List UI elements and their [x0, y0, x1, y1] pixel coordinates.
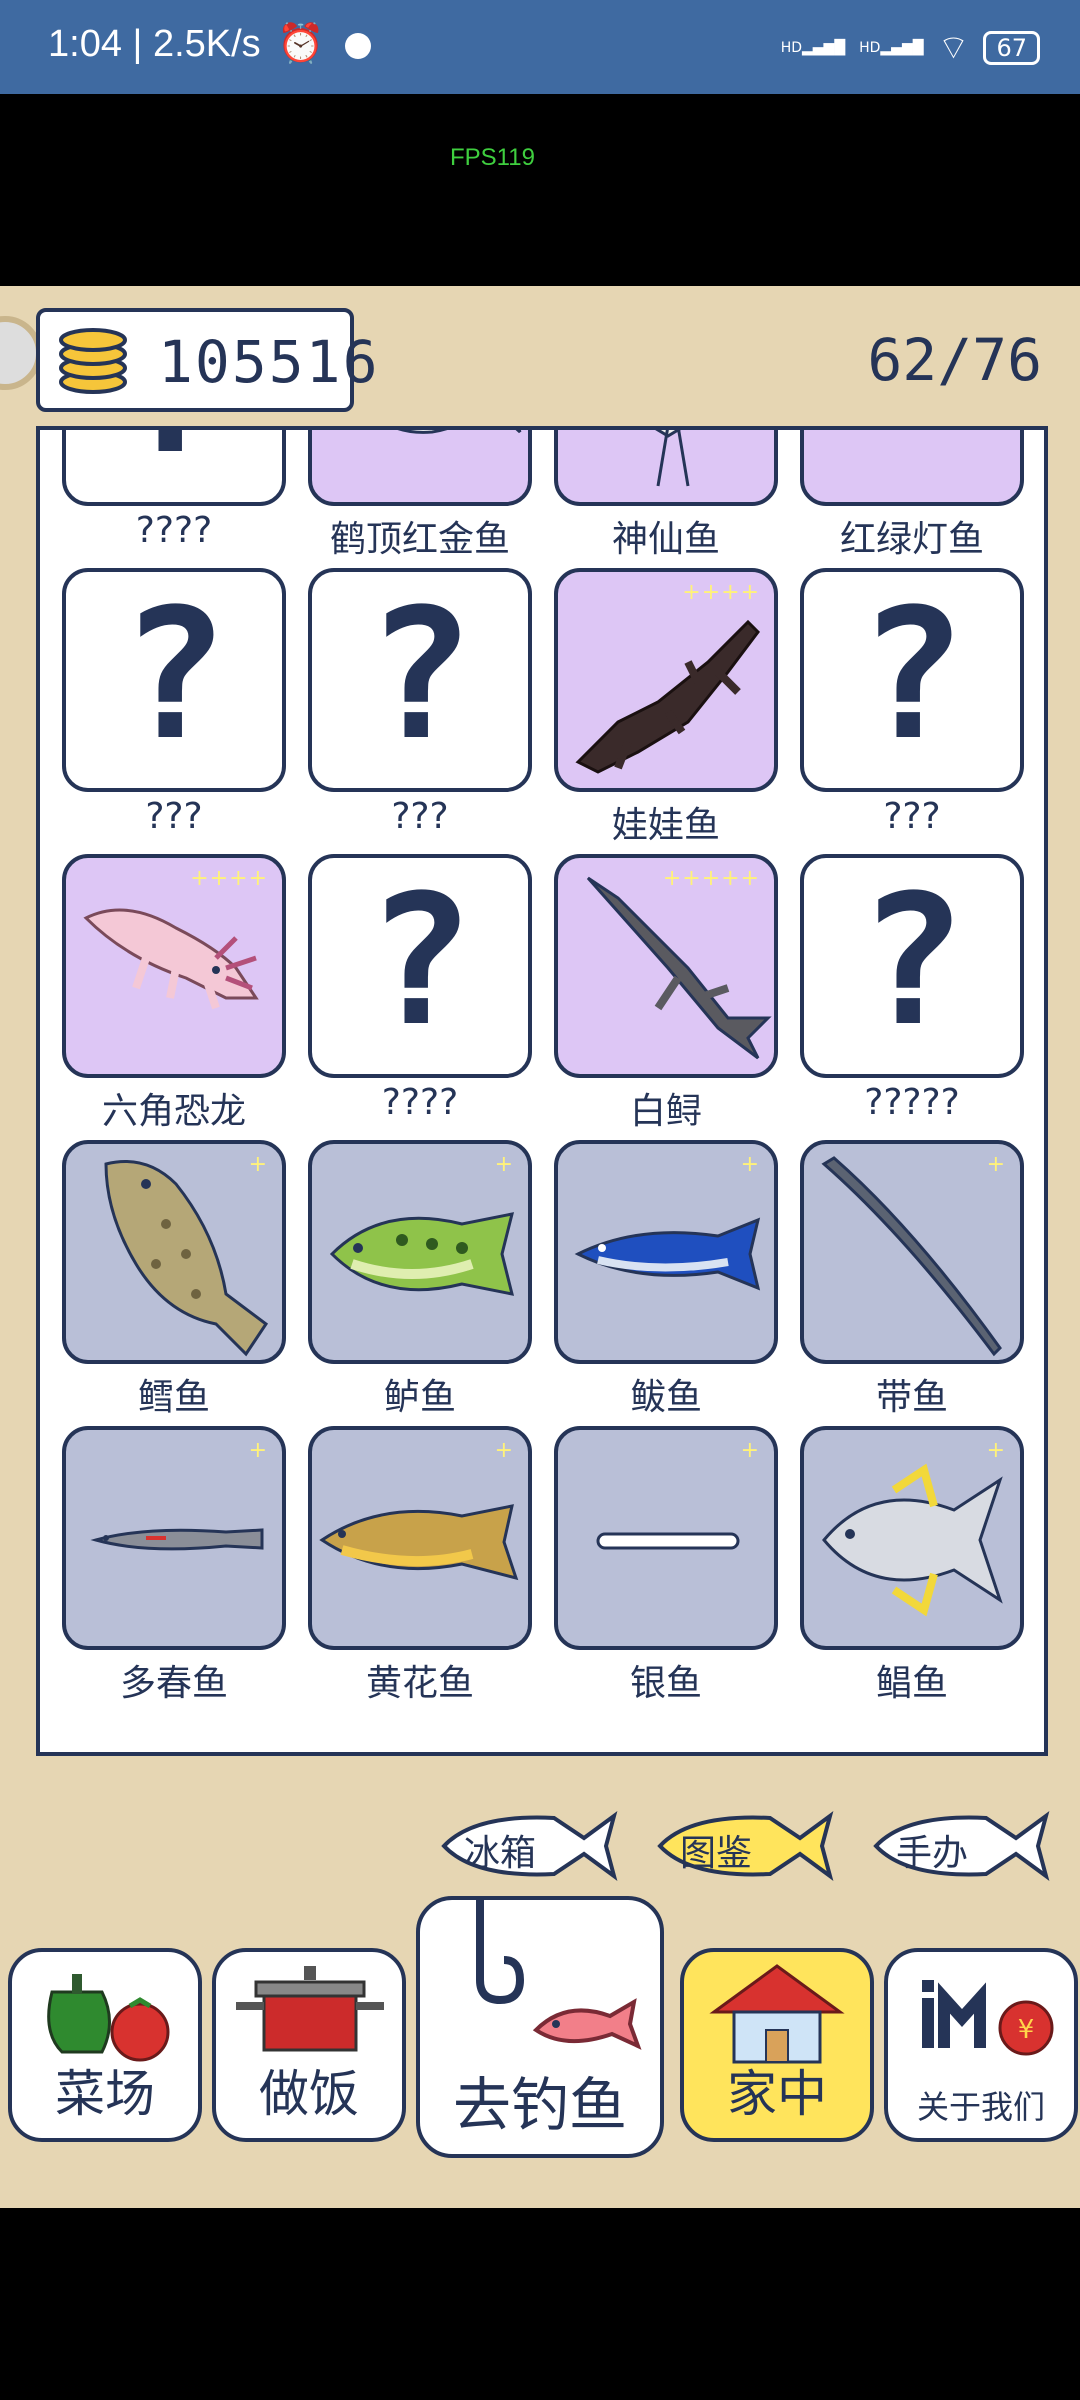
question-mark-icon: ?: [857, 857, 967, 1066]
fish-name-label: 鲅鱼: [629, 1377, 702, 1418]
goldfish-icon: [397, 430, 522, 434]
fish-collection-panel[interactable]: ?????鹤顶红金鱼神仙鱼红绿灯鱼????????++++娃娃鱼????++++…: [36, 426, 1048, 1756]
question-mark-icon: ?: [66, 430, 282, 480]
fish-card-tile[interactable]: [308, 430, 532, 506]
signal-icon-2: HD▂▄▆█: [859, 39, 924, 56]
fish-name-label: 白鲟: [629, 1091, 702, 1132]
rarity-stars: +: [248, 1438, 268, 1463]
fish-name-label: ???: [145, 796, 203, 837]
about-logo-icon: ¥: [922, 1980, 1054, 2056]
tab-fridge[interactable]: 冰箱: [434, 1808, 622, 1884]
fish-card-tile[interactable]: ?: [800, 854, 1024, 1078]
fish-name-label: 银鱼: [629, 1663, 702, 1704]
fish-card-tile[interactable]: ++++: [62, 854, 286, 1078]
question-mark-icon: ?: [365, 571, 475, 780]
fish-card-tile[interactable]: +: [800, 1426, 1024, 1650]
question-mark-icon: ?: [365, 857, 475, 1066]
tab-collection[interactable]: 图鉴: [650, 1808, 838, 1884]
coin-stack-icon: [59, 328, 127, 394]
rarity-stars: +: [494, 1152, 514, 1177]
fish-name-label: ???: [883, 796, 941, 837]
fish-card-tile[interactable]: +: [554, 1140, 778, 1364]
fish-card-tile[interactable]: ++++: [554, 568, 778, 792]
status-bar: 1:04 | 2.5K/s ⏰ HD▂▄▆█ HD▂▄▆█ ⌔ 67: [0, 0, 1080, 94]
fish-name-label: 六角恐龙: [101, 1091, 246, 1132]
fish-name-label: 鹤顶红金鱼: [329, 519, 510, 560]
fish-card-tile[interactable]: +: [800, 1140, 1024, 1364]
fish-card-tile[interactable]: ?: [308, 854, 532, 1078]
fish-name-label: 鳕鱼: [137, 1377, 210, 1418]
angelfish-icon: [655, 430, 690, 487]
status-time: 1:04 | 2.5K/s: [48, 23, 261, 65]
fps-counter: FPS119: [450, 144, 535, 171]
rarity-stars: +: [740, 1152, 760, 1177]
fish-card-tile[interactable]: +: [308, 1426, 532, 1650]
rarity-stars: +: [986, 1438, 1006, 1463]
signal-icon: HD▂▄▆█: [780, 39, 846, 56]
rarity-stars: ++++: [190, 866, 268, 891]
rarity-stars: +: [740, 1438, 760, 1463]
fish-name-label: 红绿灯鱼: [839, 519, 984, 560]
rarity-stars: +++++: [662, 866, 760, 891]
question-mark-icon: ?: [857, 571, 967, 780]
fish-name-label: ????: [381, 1082, 459, 1123]
fish-card-tile[interactable]: +: [554, 1426, 778, 1650]
svg-text:¥: ¥: [1018, 2015, 1035, 2045]
nav-garden-button[interactable]: 菜场: [8, 1948, 202, 2142]
fish-card-tile[interactable]: +: [62, 1426, 286, 1650]
bottom-band: [0, 2208, 1080, 2400]
fish-name-label: 鲳鱼: [875, 1663, 948, 1704]
fish-name-label: 带鱼: [875, 1377, 948, 1418]
fish-name-label: 鲈鱼: [383, 1377, 456, 1418]
fish-card-tile[interactable]: +: [308, 1140, 532, 1364]
fishing-hook-icon: [476, 1900, 642, 2050]
fish-card-tile[interactable]: ?: [62, 568, 286, 792]
nav-cook-button[interactable]: 做饭: [212, 1948, 406, 2142]
game-screen: 105516 62/76 ?????鹤顶红金鱼神仙鱼红绿灯鱼????????++…: [0, 286, 1080, 2208]
fish-card-tile[interactable]: [554, 430, 778, 506]
alarm-icon: ⏰: [277, 23, 325, 65]
collection-progress: 62/76: [867, 326, 1042, 394]
fish-name-label: 神仙鱼: [611, 519, 720, 560]
coin-amount: 105516: [158, 328, 380, 396]
rarity-stars: ++++: [682, 580, 760, 605]
rarity-stars: +: [986, 1152, 1006, 1177]
neon-tetra-icon: [804, 426, 1020, 502]
fish-name-label: 黄花鱼: [365, 1663, 474, 1704]
battery-icon: 67: [983, 30, 1040, 65]
fish-name-label: ?????: [864, 1082, 960, 1123]
rarity-stars: +: [248, 1152, 268, 1177]
wifi-icon: ⌔: [937, 28, 970, 68]
overlay-band: FPS119: [0, 94, 1080, 286]
fish-card-tile[interactable]: ?: [62, 430, 286, 506]
fish-card-tile[interactable]: [800, 426, 1024, 506]
fish-card-tile[interactable]: +: [62, 1140, 286, 1364]
fish-name-label: 娃娃鱼: [611, 805, 720, 846]
nav-about-button[interactable]: ¥ 关于我们: [884, 1948, 1078, 2142]
fish-name-label: ???: [391, 796, 449, 837]
fish-name-label: 多春鱼: [119, 1663, 228, 1704]
fish-card-tile[interactable]: ?: [800, 568, 1024, 792]
fish-card-tile[interactable]: ?: [308, 568, 532, 792]
nav-home-button[interactable]: 家中: [680, 1948, 874, 2142]
rarity-stars: +: [494, 1438, 514, 1463]
nav-fishing-button[interactable]: 去钓鱼: [416, 1896, 664, 2158]
fish-card-tile[interactable]: +++++: [554, 854, 778, 1078]
tab-figures[interactable]: 手办: [866, 1808, 1054, 1884]
fish-name-label: ????: [135, 510, 213, 551]
question-mark-icon: ?: [119, 571, 229, 780]
coin-counter: 105516: [36, 308, 378, 412]
notification-dot-icon: [345, 32, 372, 59]
